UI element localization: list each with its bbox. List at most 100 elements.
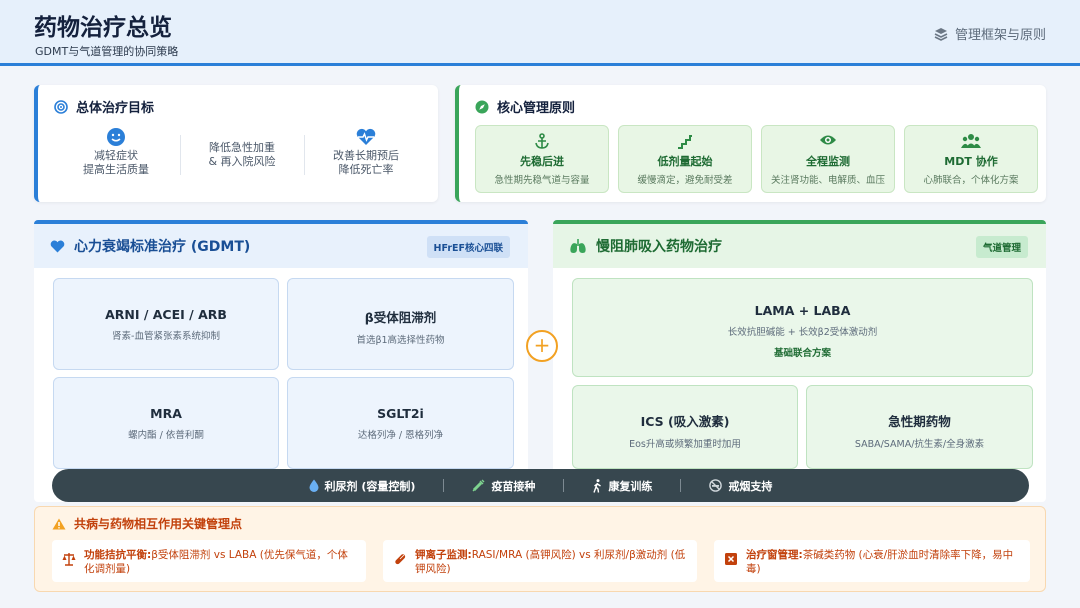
principle-card: 先稳后进 急性期先稳气道与容量 — [475, 125, 609, 193]
target-icon — [54, 99, 68, 114]
principle-title: 全程监测 — [806, 155, 850, 168]
strip-label: 康复训练 — [608, 479, 653, 493]
interaction-key: 治疗窗管理: — [746, 549, 803, 561]
strip-divider — [443, 479, 445, 492]
strip-divider — [680, 479, 682, 492]
strip-label: 戒烟支持 — [728, 479, 773, 493]
goals-card: 总体治疗目标 减轻症状 提高生活质量 降低急性加重 & 再入院风险 改善长期预后… — [34, 85, 438, 202]
goal-line1: 降低急性加重 — [209, 141, 275, 154]
framework-label: 管理框架与原则 — [954, 28, 1046, 43]
copd-badge: 气道管理 — [975, 236, 1028, 258]
principle-desc: 关注肾功能、电解质、血压 — [770, 175, 885, 186]
anchor-icon — [535, 133, 549, 149]
strip-label: 疫苗接种 — [491, 479, 536, 493]
principle-desc: 急性期先稳气道与容量 — [494, 175, 590, 186]
interaction-item: 治疗窗管理:茶碱类药物 (心衰/肝淤血时清除率下降，易中毒) — [714, 540, 1030, 582]
drug-name: 急性期药物 — [888, 414, 951, 429]
principle-title: MDT 协作 — [944, 155, 998, 168]
page-title: 药物治疗总览 — [34, 15, 172, 41]
layers-icon — [934, 27, 948, 41]
interactions-header: 共病与药物相互作用关键管理点 — [52, 515, 242, 532]
page-subtitle: GDMT与气道管理的协同策略 — [35, 45, 179, 58]
interactions-card: 共病与药物相互作用关键管理点 功能拮抗平衡:β受体阻滞剂 vs LABA (优先… — [34, 506, 1046, 592]
drug-card: β受体阻滞剂 首选β1高选择性药物 — [287, 278, 514, 370]
principle-card: MDT 协作 心肺联合，个体化方案 — [904, 125, 1038, 193]
strip-item: 疫苗接种 — [472, 478, 535, 494]
warning-box-icon — [725, 553, 737, 565]
drug-desc: 长效抗胆碱能 + 长效β2受体激动剂 — [727, 327, 878, 338]
page-header: 药物治疗总览 GDMT与气道管理的协同策略 管理框架与原则 — [0, 0, 1080, 66]
goals-title: 总体治疗目标 — [76, 101, 155, 116]
drug-desc: 达格列净 / 恩格列净 — [357, 430, 444, 441]
stairs-icon — [678, 135, 692, 149]
goals-header: 总体治疗目标 — [54, 97, 154, 116]
interaction-key: 功能拮抗平衡: — [84, 549, 152, 561]
goal-line2: 提高生活质量 — [83, 163, 149, 176]
principle-desc: 缓慢滴定，避免耐受差 — [637, 175, 733, 186]
copd-header: 慢阻肺吸入药物治疗 — [553, 224, 1046, 268]
interaction-item: 功能拮抗平衡:β受体阻滞剂 vs LABA (优先保气道，个体化调剂量) — [52, 540, 366, 582]
warning-icon — [52, 518, 66, 529]
principles-card: 核心管理原则 先稳后进 急性期先稳气道与容量 低剂量起始 缓慢滴定，避免耐受差 … — [455, 85, 1046, 202]
lungs-icon — [570, 238, 586, 253]
gdmt-badge: HFrEF核心四联 — [426, 236, 510, 258]
goal-item: 降低急性加重 & 再入院风险 — [182, 141, 302, 169]
drug-card: ARNI / ACEI / ARB 肾素-血管紧张素系统抑制 — [53, 278, 279, 370]
drug-card: ICS (吸入激素) Eos升高或频繁加重时加用 — [572, 385, 798, 469]
heartbeat-icon — [356, 128, 376, 145]
strip-item: 康复训练 — [592, 478, 652, 494]
no-smoking-icon — [709, 479, 723, 492]
smile-icon — [107, 128, 125, 146]
drug-card: MRA 螺内酯 / 依普利酮 — [53, 377, 279, 469]
goal-line2: & 再入院风险 — [208, 155, 276, 168]
drug-desc: 肾素-血管紧张素系统抑制 — [112, 331, 220, 342]
interaction-key: 钾离子监测: — [415, 549, 472, 561]
drug-card-main: LAMA + LABA 长效抗胆碱能 + 长效β2受体激动剂 基础联合方案 — [572, 278, 1033, 377]
supportive-strip: 利尿剂 (容量控制) 疫苗接种 康复训练 戒烟支持 — [52, 469, 1029, 502]
principles-title: 核心管理原则 — [497, 101, 576, 116]
drug-desc: 螺内酯 / 依普利酮 — [128, 430, 204, 441]
walking-icon — [593, 478, 602, 493]
drug-desc: Eos升高或频繁加重时加用 — [629, 439, 741, 450]
droplet-icon — [309, 479, 319, 492]
framework-link[interactable]: 管理框架与原则 — [934, 24, 1046, 43]
goal-line1: 减轻症状 — [94, 149, 138, 162]
gdmt-title: 心力衰竭标准治疗 (GDMT) — [74, 239, 251, 255]
strip-divider — [563, 479, 565, 492]
drug-card: 急性期药物 SABA/SAMA/抗生素/全身激素 — [806, 385, 1033, 469]
compass-icon — [475, 100, 489, 113]
eye-icon — [820, 135, 836, 145]
drug-desc: SABA/SAMA/抗生素/全身激素 — [854, 439, 985, 450]
principle-title: 低剂量起始 — [657, 155, 713, 168]
drug-note: 基础联合方案 — [773, 348, 831, 359]
copd-title: 慢阻肺吸入药物治疗 — [596, 239, 722, 255]
interaction-item: 钾离子监测:RASI/MRA (高钾风险) vs 利尿剂/β激动剂 (低钾风险) — [383, 540, 697, 582]
syringe-icon — [472, 479, 485, 492]
principle-title: 先稳后进 — [520, 155, 564, 168]
interactions-title: 共病与药物相互作用关键管理点 — [74, 517, 243, 531]
drug-desc: 首选β1高选择性药物 — [356, 335, 445, 346]
goal-item: 减轻症状 提高生活质量 — [56, 127, 176, 177]
goal-divider — [180, 135, 181, 175]
strip-item: 戒烟支持 — [709, 478, 772, 494]
principle-card: 低剂量起始 缓慢滴定，避免耐受差 — [618, 125, 752, 193]
drug-card: SGLT2i 达格列净 / 恩格列净 — [287, 377, 514, 469]
strip-label: 利尿剂 (容量控制) — [324, 479, 416, 493]
drug-name: β受体阻滞剂 — [364, 310, 437, 325]
principles-header: 核心管理原则 — [475, 97, 575, 116]
goal-divider — [304, 135, 305, 175]
principle-card: 全程监测 关注肾功能、电解质、血压 — [761, 125, 895, 193]
goal-item: 改善长期预后 降低死亡率 — [306, 127, 426, 177]
drug-name: MRA — [150, 406, 182, 421]
heart-icon — [50, 240, 65, 252]
drug-name: SGLT2i — [377, 406, 424, 421]
drug-name: ARNI / ACEI / ARB — [105, 307, 227, 322]
drug-name: LAMA + LABA — [754, 303, 851, 318]
copd-panel: 慢阻肺吸入药物治疗 气道管理 LAMA + LABA 长效抗胆碱能 + 长效β2… — [553, 220, 1046, 502]
plus-connector: + — [526, 330, 558, 362]
balance-icon — [62, 553, 76, 566]
team-icon — [961, 134, 981, 148]
goal-line2: 降低死亡率 — [338, 163, 394, 176]
strip-item: 利尿剂 (容量控制) — [309, 478, 416, 494]
drug-name: ICS (吸入激素) — [640, 414, 730, 429]
